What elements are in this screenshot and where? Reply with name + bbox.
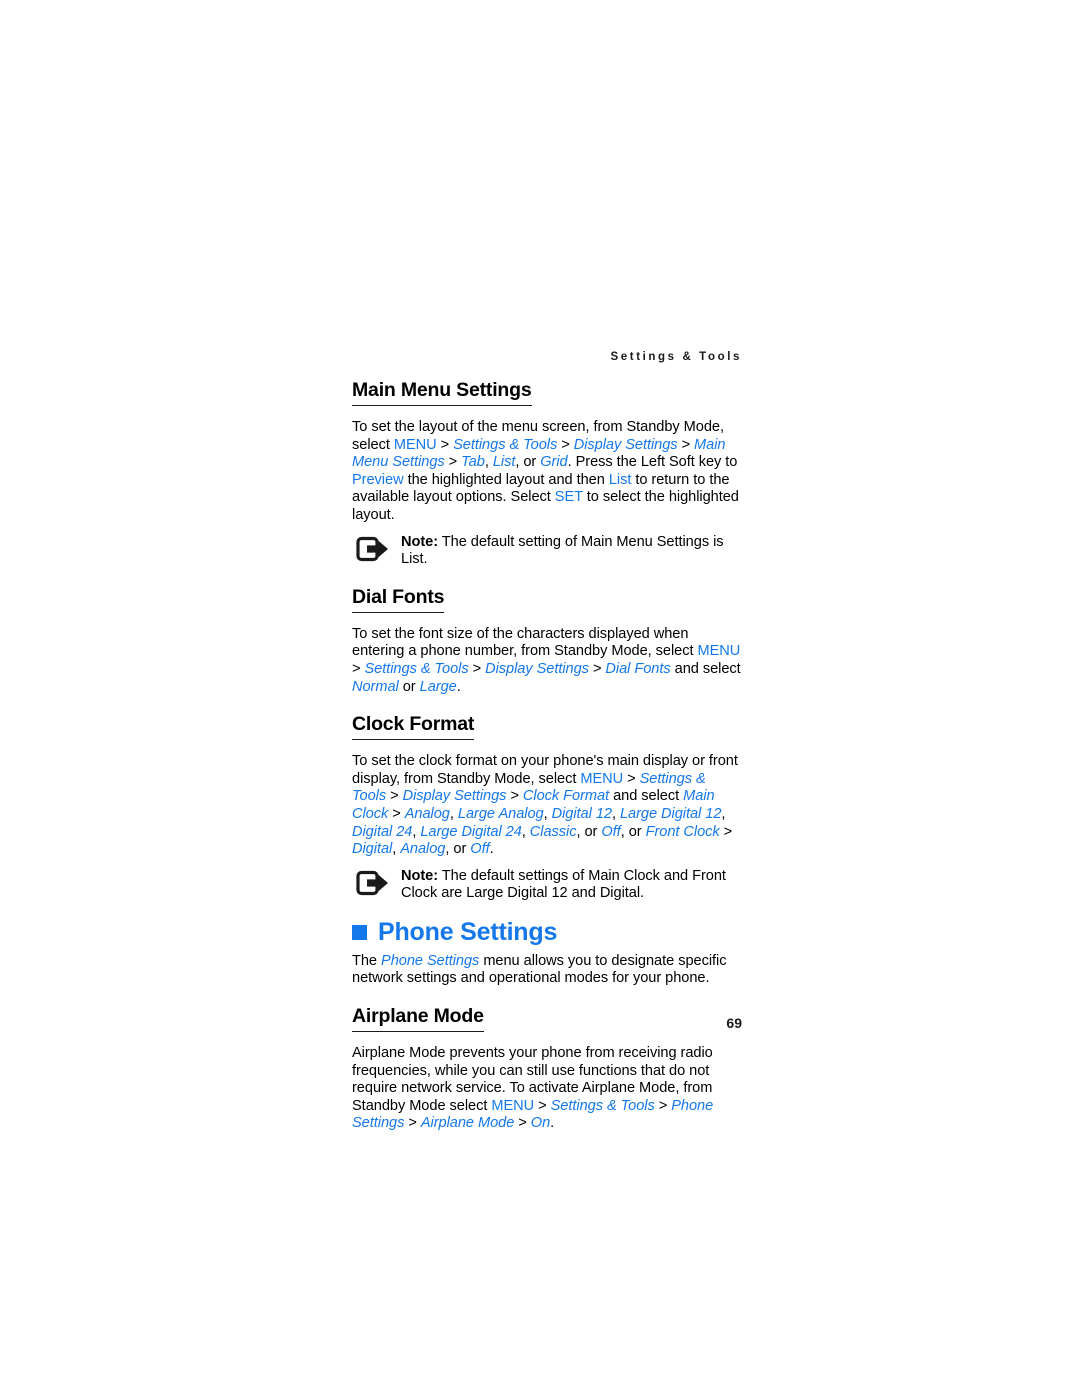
note-block-clock-format: Note: The default settings of Main Clock… [352, 868, 742, 903]
separator: > [588, 660, 606, 677]
heading-wrap-clock-format: Clock Format [352, 713, 742, 747]
page-number: 69 [726, 1015, 742, 1031]
separator: > [719, 823, 733, 840]
link-display-settings: Display Settings [402, 788, 507, 805]
note-arrow-icon [356, 870, 390, 896]
link-analog-2: Analog [400, 841, 446, 858]
link-large: Large [419, 678, 457, 695]
text-fragment: . Press the Left Soft key to [567, 454, 738, 471]
separator: > [623, 770, 640, 787]
separator: > [404, 1115, 421, 1132]
heading-wrap-dial-fonts: Dial Fonts [352, 586, 742, 620]
link-digital-24: Digital 24 [352, 823, 413, 840]
paragraph-airplane-mode: Airplane Mode prevents your phone from r… [352, 1045, 742, 1133]
link-list: List [492, 454, 516, 471]
text-fragment: or [398, 678, 420, 695]
separator: > [436, 436, 454, 453]
paragraph-clock-format: To set the clock format on your phone's … [352, 753, 742, 859]
separator: , [484, 454, 493, 471]
text-fragment: and select [609, 788, 684, 805]
link-front-clock: Front Clock [645, 823, 720, 840]
separator: > [444, 454, 462, 471]
separator: , [449, 805, 458, 822]
link-dial-fonts: Dial Fonts [605, 660, 671, 677]
link-set: SET [554, 489, 583, 506]
link-classic: Classic [529, 823, 577, 840]
link-off-2: Off [470, 841, 490, 858]
heading-main-menu-settings: Main Menu Settings [352, 379, 532, 406]
running-header: Settings & Tools [610, 351, 742, 363]
link-settings-tools: Settings & Tools [550, 1097, 655, 1114]
separator: , or [515, 454, 541, 471]
link-off: Off [601, 823, 621, 840]
link-airplane-mode: Airplane Mode [420, 1115, 515, 1132]
link-analog: Analog [404, 805, 450, 822]
note-arrow-icon [356, 536, 390, 562]
link-menu: MENU [697, 643, 741, 660]
separator: , or [445, 841, 471, 858]
square-bullet-icon [352, 925, 367, 941]
separator: , [521, 823, 530, 840]
heading-phone-settings-label: Phone Settings [378, 917, 558, 946]
separator: , [611, 805, 620, 822]
link-tab: Tab [461, 454, 485, 471]
link-menu: MENU [580, 770, 624, 787]
link-menu: MENU [393, 436, 437, 453]
separator: > [557, 436, 574, 453]
text-fragment: The [352, 952, 382, 969]
separator: , [543, 805, 552, 822]
link-settings-tools: Settings & Tools [364, 660, 469, 677]
link-display-settings: Display Settings [573, 436, 678, 453]
note-body: The default settings of Main Clock and F… [401, 867, 726, 902]
note-label: Note: [401, 867, 439, 884]
separator: > [677, 436, 695, 453]
paragraph-main-menu-settings: To set the layout of the menu screen, fr… [352, 419, 742, 525]
link-list-2: List [608, 471, 632, 488]
separator: > [352, 660, 365, 677]
text-fragment: . [489, 841, 494, 858]
separator: > [514, 1115, 531, 1132]
separator: > [654, 1097, 672, 1114]
heading-wrap-main-menu-settings: Main Menu Settings [352, 379, 742, 413]
note-block-main-menu-settings: Note: The default setting of Main Menu S… [352, 534, 742, 569]
link-on: On [530, 1115, 551, 1132]
separator: , or [620, 823, 646, 840]
link-grid: Grid [540, 454, 568, 471]
note-text-main-menu-settings: Note: The default setting of Main Menu S… [401, 534, 742, 569]
note-text-clock-format: Note: The default settings of Main Clock… [401, 868, 742, 903]
link-phone-settings: Phone Settings [381, 952, 480, 969]
link-menu: MENU [491, 1097, 535, 1114]
separator: > [506, 788, 523, 805]
text-fragment: . [456, 678, 461, 695]
separator: > [534, 1097, 551, 1114]
note-body: The default setting of Main Menu Setting… [401, 533, 724, 568]
paragraph-phone-settings: The Phone Settings menu allows you to de… [352, 953, 742, 988]
text-fragment: the highlighted layout and then [403, 471, 609, 488]
heading-dial-fonts: Dial Fonts [352, 586, 444, 613]
separator: > [386, 788, 403, 805]
link-settings-tools: Settings & Tools [453, 436, 558, 453]
paragraph-dial-fonts: To set the font size of the characters d… [352, 626, 742, 696]
link-normal: Normal [352, 678, 399, 695]
heading-phone-settings: Phone Settings [352, 917, 742, 947]
separator: > [468, 660, 486, 677]
separator: > [388, 805, 405, 822]
note-label: Note: [401, 533, 439, 550]
separator: , [721, 805, 726, 822]
link-clock-format: Clock Format [522, 788, 610, 805]
link-large-analog: Large Analog [457, 805, 544, 822]
link-digital-12: Digital 12 [551, 805, 612, 822]
link-preview: Preview [352, 471, 404, 488]
text-fragment: . [550, 1115, 555, 1132]
link-large-digital-12: Large Digital 12 [619, 805, 722, 822]
text-fragment: and select [670, 660, 741, 677]
link-digital: Digital [352, 841, 393, 858]
separator: , or [576, 823, 602, 840]
link-display-settings: Display Settings [485, 660, 589, 677]
text-fragment: To set the font size of the characters d… [352, 625, 698, 660]
heading-clock-format: Clock Format [352, 713, 474, 741]
link-large-digital-24: Large Digital 24 [420, 823, 522, 840]
